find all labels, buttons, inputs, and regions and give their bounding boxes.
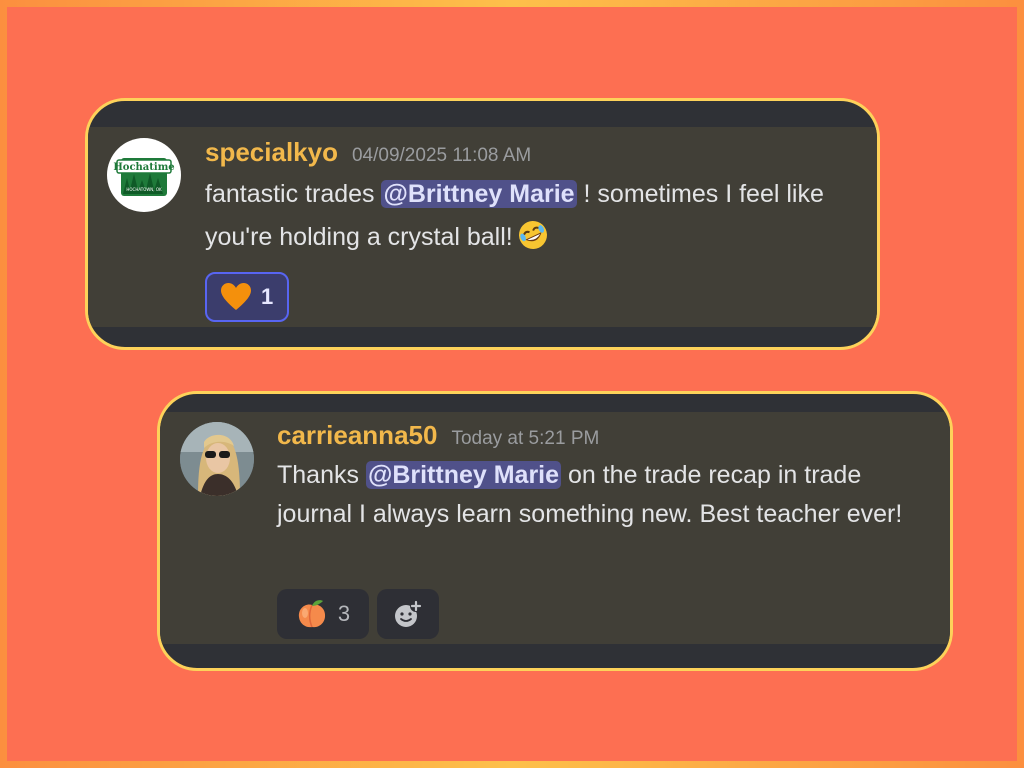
add-reaction-button[interactable] <box>377 589 439 639</box>
message-text-segment: fantastic trades <box>205 180 382 208</box>
username[interactable]: specialkyo <box>205 137 338 168</box>
message-header: specialkyo 04/09/2025 11:08 AM <box>205 137 865 173</box>
message-card: Hochatime HOCHATOWN, OK specialkyo 04/09… <box>85 98 880 350</box>
svg-text:Hochatime: Hochatime <box>113 162 174 173</box>
message-text-segment: Thanks <box>277 461 366 489</box>
hochatime-logo-icon: Hochatime HOCHATOWN, OK <box>113 158 175 196</box>
username[interactable]: carrieanna50 <box>277 420 437 451</box>
reaction-peach[interactable]: 3 <box>277 589 369 639</box>
message-header: carrieanna50 Today at 5:21 PM <box>277 420 942 456</box>
avatar[interactable] <box>180 422 254 496</box>
reaction-count: 3 <box>337 601 351 626</box>
rolling-on-floor-laughing-emoji-icon <box>517 219 549 265</box>
reaction-orange-heart[interactable]: 1 <box>205 272 290 322</box>
user-mention[interactable]: @Brittney Marie <box>365 461 562 489</box>
add-reaction-icon <box>395 600 422 627</box>
reactions-bar: 3 <box>277 589 439 639</box>
timestamp[interactable]: Today at 5:21 PM <box>451 428 599 450</box>
svg-text:HOCHATOWN, OK: HOCHATOWN, OK <box>126 187 162 192</box>
message-card: carrieanna50 Today at 5:21 PM Thanks @Br… <box>157 391 953 671</box>
avatar[interactable]: Hochatime HOCHATOWN, OK <box>107 138 181 212</box>
message-text: Thanks @Brittney Marie on the trade reca… <box>277 456 942 534</box>
peach-icon <box>298 600 325 628</box>
woman-with-sunglasses-avatar-icon <box>180 422 254 496</box>
reaction-count: 1 <box>261 284 274 309</box>
user-mention[interactable]: @Brittney Marie <box>381 180 577 208</box>
reactions-bar: 1 <box>205 272 290 322</box>
message-content: specialkyo 04/09/2025 11:08 AM fantastic… <box>205 137 865 265</box>
message-content: carrieanna50 Today at 5:21 PM Thanks @Br… <box>277 420 942 534</box>
message-text: fantastic trades @Brittney Marie ! somet… <box>205 173 865 265</box>
orange-heart-icon <box>221 283 251 310</box>
background-frame: Hochatime HOCHATOWN, OK specialkyo 04/09… <box>0 0 1024 768</box>
timestamp[interactable]: 04/09/2025 11:08 AM <box>352 145 531 167</box>
